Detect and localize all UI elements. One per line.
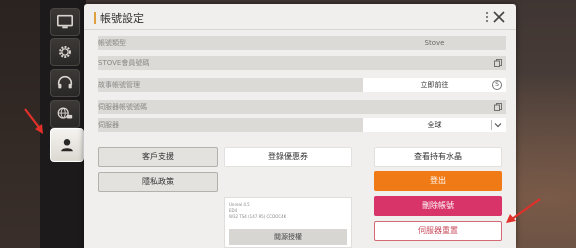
nav-account-button[interactable] [50, 128, 84, 162]
row-server: 伺服器 全球 [98, 118, 506, 132]
row-value: Stove [363, 36, 506, 50]
delete-account-button[interactable]: 刪除帳號 [374, 196, 502, 216]
row-account-type: 帳號類型 Stove [98, 36, 506, 50]
row-label: STOVE會員號碼 [98, 56, 363, 70]
open-source-license-button[interactable]: 閱源授權 [229, 229, 347, 245]
server-reset-button[interactable]: 伺服器重置 [374, 221, 502, 241]
title-accent [94, 12, 96, 24]
info-line: ED4 [229, 208, 238, 213]
user-icon [61, 139, 73, 152]
row-stove-member-number: STOVE會員號碼 [98, 56, 506, 70]
gear-icon [59, 46, 71, 58]
row-story-account: 故事帳號管理 立即前往 S [98, 78, 506, 92]
globe-chat-icon [57, 107, 73, 119]
server-select[interactable]: 全球 [363, 118, 506, 132]
go-now-label: 立即前往 [420, 81, 449, 89]
privacy-policy-button[interactable]: 隱私政策 [98, 172, 218, 192]
row-server-account-number: 伺服器帳號號碼 [98, 100, 506, 114]
annotation-arrow-icon [24, 108, 43, 134]
more-icon[interactable] [484, 10, 490, 24]
stove-s-icon: S [492, 80, 502, 90]
close-icon[interactable] [492, 10, 506, 24]
row-label: 伺服器帳號號碼 [98, 100, 363, 114]
nav-display-button[interactable] [50, 8, 80, 36]
row-label: 帳號類型 [98, 36, 363, 50]
info-line: W32 TS4 (147.95) CCDOC4K [229, 214, 287, 219]
row-value [363, 100, 506, 114]
nav-language-button[interactable] [50, 100, 80, 128]
nav-settings-button[interactable] [50, 38, 80, 66]
view-crystals-button[interactable]: 查看持有水晶 [374, 147, 502, 167]
customer-support-button[interactable]: 客戶支援 [98, 147, 218, 167]
version-info-box: Unreal 4.5 ED4 W32 TS4 (147.95) CCDOC4K … [224, 197, 352, 248]
account-settings-panel: 帳號設定 帳號類型 Stove STOVE會員號碼 故事帳號管理 立即前往 S [84, 4, 516, 248]
select-divider [491, 120, 492, 130]
copy-icon[interactable] [494, 59, 502, 67]
nav-audio-button[interactable] [50, 69, 80, 97]
logout-button[interactable]: 登出 [374, 171, 502, 191]
panel-title: 帳號設定 [100, 12, 144, 25]
register-coupon-button[interactable]: 登錄優惠券 [224, 147, 352, 167]
monitor-icon [56, 14, 74, 29]
panel-header: 帳號設定 [84, 4, 516, 30]
side-navigation [40, 0, 86, 248]
go-now-button[interactable]: 立即前往 S [363, 78, 506, 92]
row-label: 伺服器 [98, 118, 363, 132]
copy-icon[interactable] [494, 103, 502, 111]
row-label: 故事帳號管理 [98, 78, 363, 92]
row-value [363, 56, 506, 70]
annotation-arrow-icon [506, 198, 541, 223]
chevron-down-icon [494, 123, 502, 128]
info-line: Unreal 4.5 [229, 202, 250, 207]
headphones-icon [57, 75, 73, 89]
server-select-value: 全球 [427, 121, 442, 129]
